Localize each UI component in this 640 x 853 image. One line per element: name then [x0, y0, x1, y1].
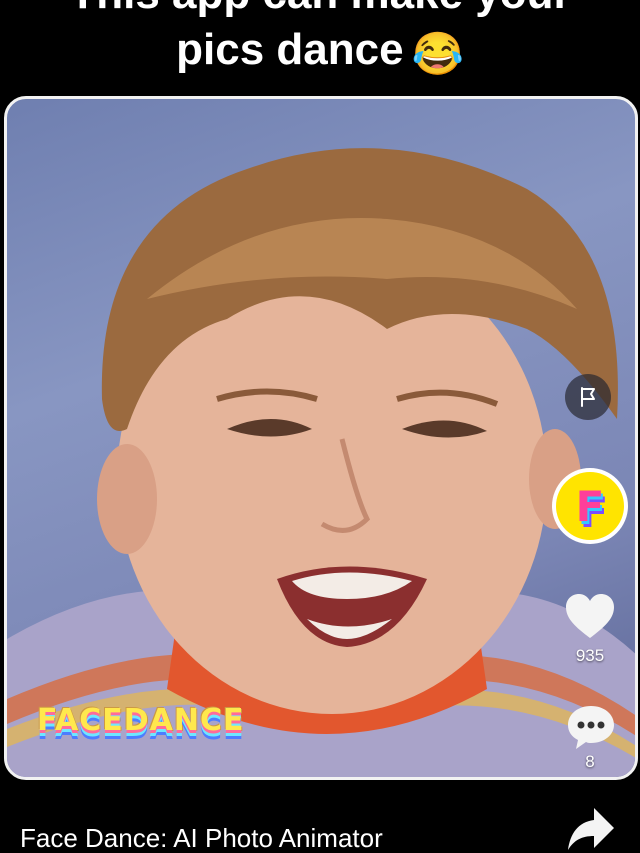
caption-line-1: This app can make your — [0, 0, 640, 18]
caption-text: pics dance — [176, 25, 404, 74]
share-button[interactable] — [566, 806, 616, 852]
video-player[interactable]: FACEDANCE — [4, 96, 638, 780]
avatar-letter: F — [556, 472, 624, 540]
video-frame-image — [7, 148, 635, 777]
heart-icon — [566, 594, 614, 638]
flag-icon — [581, 387, 595, 407]
facedance-watermark: FACEDANCE — [37, 703, 245, 738]
like-button[interactable] — [564, 592, 616, 640]
laughing-emoji-icon: 😂 — [411, 30, 464, 77]
comment-count: 8 — [585, 752, 595, 771]
like-count: 935 — [575, 646, 605, 665]
app-title-link[interactable]: Face Dance: AI Photo Animator — [20, 822, 383, 853]
app-avatar[interactable]: F — [552, 468, 628, 544]
comment-button[interactable] — [566, 704, 616, 750]
caption-line-2: pics dance 😂 — [0, 24, 640, 80]
share-arrow-icon — [568, 808, 614, 850]
comment-bubble-icon — [568, 706, 614, 749]
report-button[interactable] — [565, 374, 611, 420]
